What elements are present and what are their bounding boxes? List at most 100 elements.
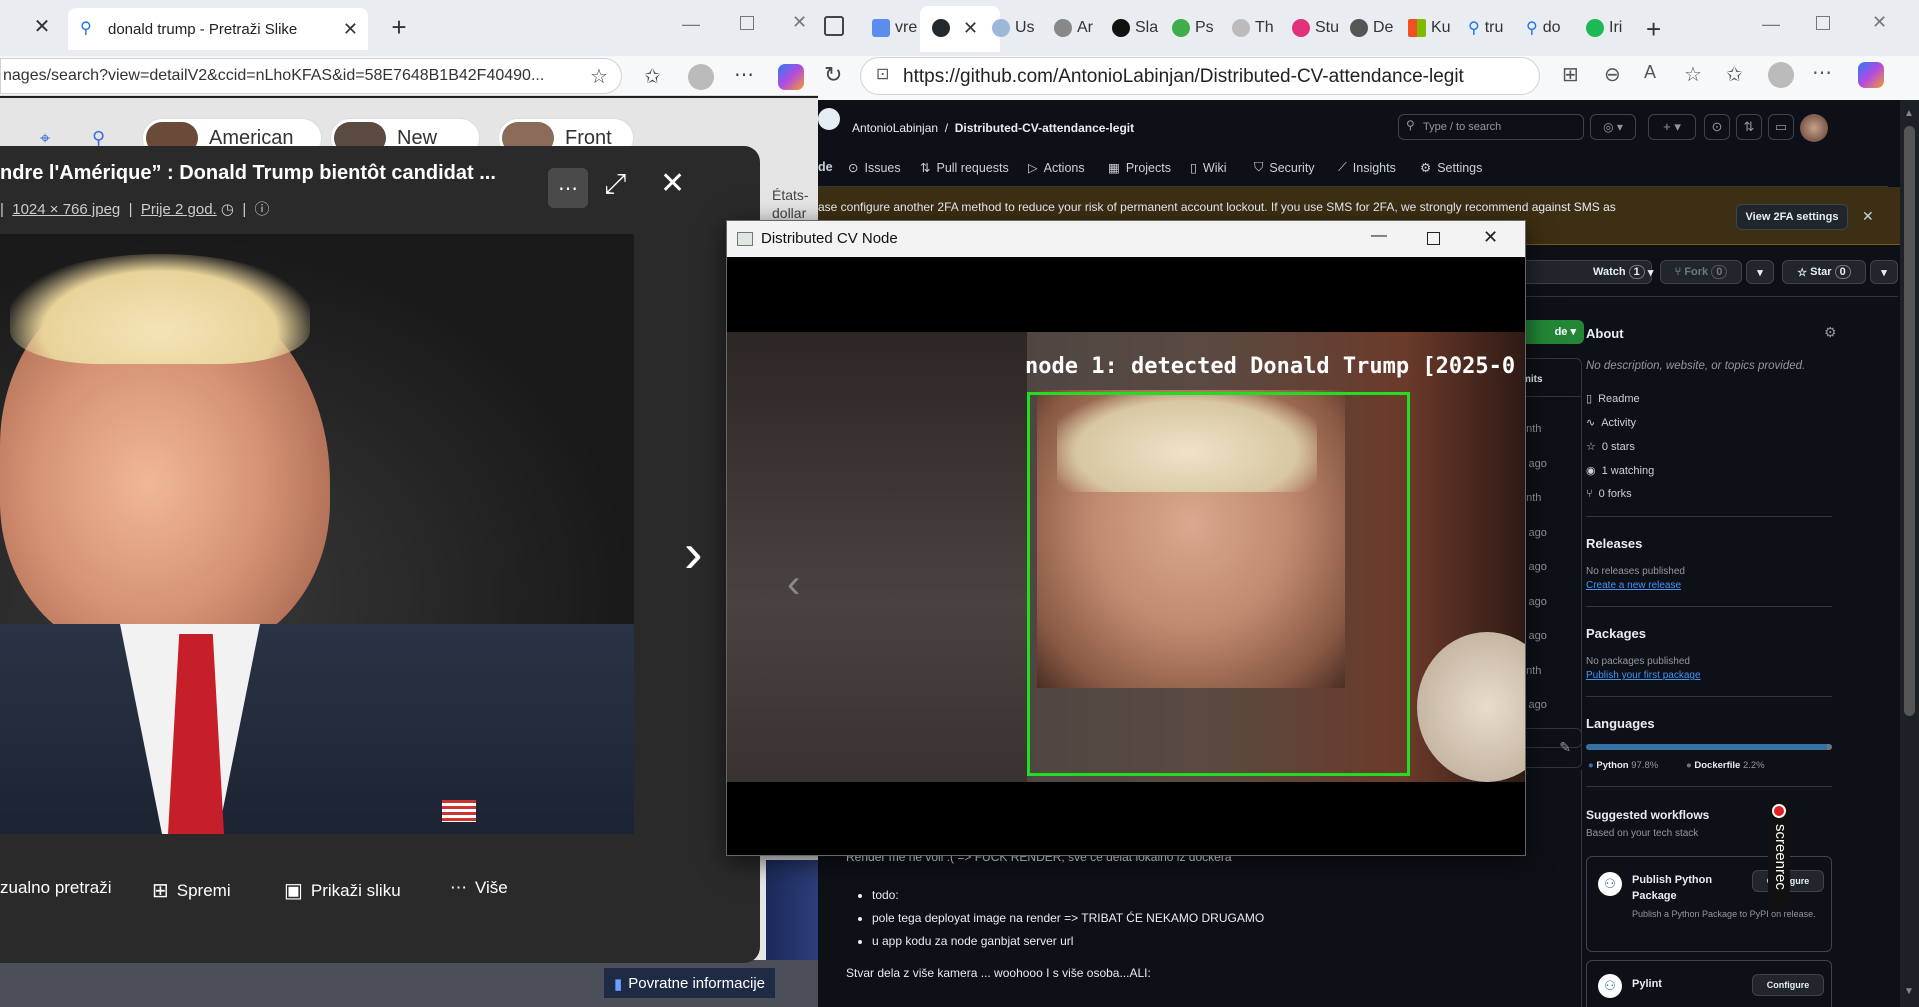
activity-link[interactable]: ∿ Activity bbox=[1586, 416, 1636, 430]
fullscreen-icon[interactable]: ⤢ bbox=[604, 168, 626, 201]
tab-3[interactable]: Us bbox=[992, 16, 1035, 40]
star-dropdown[interactable]: ▾ bbox=[1870, 260, 1898, 284]
repo-link[interactable]: Distributed-CV-attendance-legit bbox=[955, 121, 1134, 135]
minimize-icon[interactable]: — bbox=[1371, 227, 1387, 245]
zoom-icon[interactable]: ⊖ bbox=[1604, 62, 1621, 87]
watching-link[interactable]: ◉ 1 watching bbox=[1586, 464, 1654, 478]
visual-search-button[interactable]: zualno pretraži bbox=[0, 878, 112, 898]
edit-readme-icon[interactable]: ✎ bbox=[1518, 728, 1582, 768]
close-tab-icon[interactable]: ✕ bbox=[343, 19, 358, 40]
issues-icon[interactable]: ⊙ bbox=[1704, 114, 1730, 140]
publish-package-link[interactable]: Publish your first package bbox=[1586, 670, 1701, 681]
tab-13[interactable]: Iri bbox=[1586, 16, 1622, 40]
nav-insights[interactable]: ⟋ Insights bbox=[1338, 160, 1396, 175]
next-image-arrow[interactable]: › bbox=[684, 520, 703, 585]
favorite-star-icon[interactable]: ☆ bbox=[1684, 62, 1702, 87]
close-tab-icon[interactable]: ✕ bbox=[30, 14, 54, 38]
favorites-icon[interactable]: ✩ bbox=[1726, 62, 1743, 87]
forks-link[interactable]: ⑂ 0 forks bbox=[1586, 488, 1632, 500]
image-size-link[interactable]: 1024 × 766 jpeg bbox=[12, 201, 120, 218]
nav-projects[interactable]: ▦ Projects bbox=[1108, 160, 1171, 176]
nav-security[interactable]: ⛉ Security bbox=[1254, 160, 1315, 175]
github-logo-icon[interactable] bbox=[818, 108, 840, 130]
scrollbar-thumb[interactable] bbox=[1904, 126, 1915, 716]
code-button[interactable]: de ▾ bbox=[1518, 320, 1584, 344]
copilot-button[interactable]: ◎ ▾ bbox=[1590, 114, 1636, 140]
tab-4[interactable]: Ar bbox=[1054, 16, 1093, 40]
tab-9[interactable]: De bbox=[1350, 16, 1393, 40]
record-icon[interactable] bbox=[1772, 804, 1786, 818]
tab-6[interactable]: Ps bbox=[1172, 16, 1214, 40]
star-button[interactable]: ☆ Star 0 bbox=[1782, 260, 1866, 284]
copilot-icon[interactable] bbox=[778, 64, 804, 90]
close-window-icon[interactable]: ✕ bbox=[1872, 12, 1887, 33]
maximize-icon[interactable] bbox=[1427, 232, 1440, 245]
scroll-down-icon[interactable]: ▼ bbox=[1904, 986, 1914, 997]
pull-requests-icon[interactable]: ⇅ bbox=[1736, 114, 1762, 140]
tab-10[interactable]: Ku bbox=[1408, 16, 1451, 40]
scroll-up-icon[interactable]: ▲ bbox=[1904, 108, 1914, 119]
tab-5[interactable]: Sla bbox=[1112, 16, 1158, 40]
apps-icon[interactable]: ⊞ bbox=[1562, 62, 1579, 87]
show-image-button[interactable]: ▣ Prikaži sliku bbox=[284, 878, 401, 903]
refresh-icon[interactable]: ↻ bbox=[824, 62, 842, 88]
nav-wiki[interactable]: ▯ Wiki bbox=[1190, 160, 1227, 176]
view-2fa-settings-button[interactable]: View 2FA settings bbox=[1736, 204, 1848, 230]
tab-actions-icon[interactable] bbox=[824, 16, 844, 36]
tab-11[interactable]: ⚲ tru bbox=[1468, 16, 1503, 40]
tab-7[interactable]: Th bbox=[1232, 16, 1274, 40]
left-url-field[interactable]: nages/search?view=detailV2&ccid=nLhoKFAS… bbox=[0, 58, 622, 94]
profile-avatar[interactable] bbox=[688, 64, 714, 90]
gear-icon[interactable]: ⚙ bbox=[1824, 324, 1837, 341]
stars-link[interactable]: ☆ 0 stars bbox=[1586, 440, 1635, 454]
favorite-star-icon[interactable]: ☆ bbox=[590, 64, 608, 89]
configure-button[interactable]: Configure bbox=[1752, 974, 1824, 996]
more-icon[interactable]: ⋯ bbox=[1812, 60, 1832, 85]
image-age-link[interactable]: Prije 2 god. bbox=[141, 201, 217, 218]
tab-8[interactable]: Stu bbox=[1292, 16, 1339, 40]
profile-avatar[interactable] bbox=[1768, 62, 1794, 88]
save-button[interactable]: ⊞ Spremi bbox=[152, 878, 231, 903]
more-button[interactable]: ⋯ Više bbox=[450, 878, 508, 898]
nav-pull-requests[interactable]: ⇅ Pull requests bbox=[920, 160, 1009, 176]
right-url-field[interactable]: https://github.com/AntonioLabinjan/Distr… bbox=[860, 57, 1540, 95]
tab-1[interactable]: vre bbox=[872, 16, 917, 40]
new-tab-icon[interactable]: + bbox=[386, 12, 412, 42]
feedback-button[interactable]: ▮ Povratne informacije bbox=[604, 968, 775, 998]
language-dockerfile[interactable]: ● Dockerfile 2.2% bbox=[1686, 760, 1765, 771]
watch-button[interactable]: Watch 1 ▾ bbox=[1518, 260, 1653, 284]
user-avatar[interactable] bbox=[1800, 114, 1828, 142]
create-new-button[interactable]: + ▾ bbox=[1648, 114, 1696, 140]
more-icon[interactable]: ⋯ bbox=[734, 62, 754, 87]
language-python[interactable]: ● Python 97.8% bbox=[1588, 760, 1658, 771]
close-window-icon[interactable]: ✕ bbox=[792, 12, 807, 33]
more-options-button[interactable]: ⋯ bbox=[548, 168, 588, 208]
minimize-icon[interactable]: — bbox=[682, 14, 700, 35]
maximize-icon[interactable] bbox=[740, 16, 754, 30]
close-window-icon[interactable]: ✕ bbox=[1483, 227, 1498, 248]
minimize-icon[interactable]: — bbox=[1762, 14, 1780, 35]
new-tab-icon[interactable]: + bbox=[1646, 14, 1661, 45]
search-input[interactable]: Type / to search bbox=[1398, 114, 1584, 140]
fork-dropdown[interactable]: ▾ bbox=[1746, 260, 1774, 284]
nav-code[interactable]: de bbox=[818, 160, 833, 174]
tab-github[interactable]: ✕ bbox=[932, 16, 978, 40]
nav-issues[interactable]: ⊙ Issues bbox=[848, 160, 901, 176]
favorites-icon[interactable]: ✩ bbox=[644, 64, 661, 89]
nav-settings[interactable]: ⚙ Settings bbox=[1420, 160, 1482, 176]
inbox-icon[interactable]: ▭ bbox=[1768, 114, 1794, 140]
close-icon[interactable]: ✕ bbox=[660, 166, 685, 201]
fork-button[interactable]: ⑂ Fork 0 bbox=[1660, 260, 1742, 284]
copilot-icon[interactable] bbox=[1858, 62, 1884, 88]
image-title[interactable]: ndre l'Amérique” : Donald Trump bientôt … bbox=[0, 162, 496, 185]
readme-link[interactable]: ▯ Readme bbox=[1586, 392, 1640, 406]
tab-12[interactable]: ⚲ do bbox=[1526, 16, 1561, 40]
nav-actions[interactable]: ▷ Actions bbox=[1028, 160, 1085, 176]
tab-search[interactable]: ⚲ donald trump - Pretraži Slike ✕ bbox=[68, 8, 368, 50]
lock-icon[interactable]: ⊡ bbox=[876, 64, 889, 84]
dismiss-icon[interactable]: ✕ bbox=[1862, 208, 1874, 225]
owner-link[interactable]: AntonioLabinjan bbox=[852, 121, 938, 135]
maximize-icon[interactable] bbox=[1816, 16, 1830, 30]
create-release-link[interactable]: Create a new release bbox=[1586, 580, 1681, 591]
read-aloud-icon[interactable]: A bbox=[1644, 62, 1656, 83]
